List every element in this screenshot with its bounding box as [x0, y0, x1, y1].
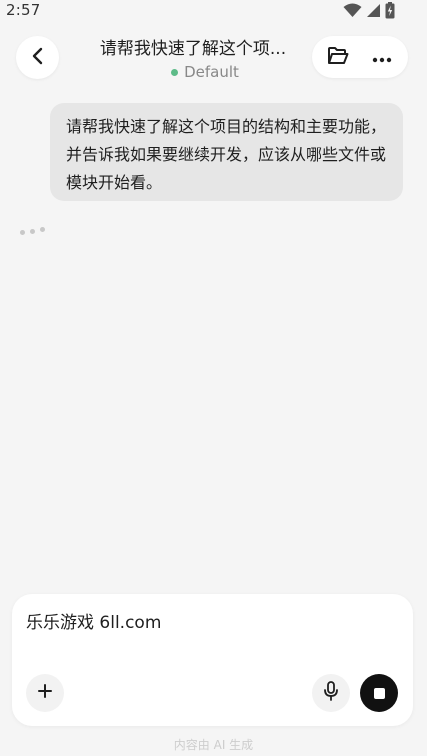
folder-button[interactable]: [326, 46, 350, 68]
back-button[interactable]: [16, 36, 59, 79]
voice-input-button[interactable]: [312, 674, 350, 712]
cellular-signal-icon: [366, 3, 381, 22]
status-time: 2:57: [6, 1, 41, 19]
status-dot: [171, 68, 179, 76]
add-attachment-button[interactable]: [26, 674, 64, 712]
user-message-text: 请帮我快速了解这个项目的结构和主要功能，并告诉我如果要继续开发，应该从哪些文件或…: [66, 117, 387, 192]
header-actions: [312, 36, 408, 78]
stop-generation-button[interactable]: [360, 674, 398, 712]
typing-dot: [30, 229, 35, 234]
microphone-icon: [323, 681, 339, 705]
status-bar: 2:57: [0, 0, 427, 24]
more-horizontal-icon: [372, 48, 392, 67]
conversation-title: 请帮我快速了解这个项...: [99, 39, 287, 59]
session-status: Default: [150, 62, 260, 82]
wifi-icon: [343, 3, 362, 22]
message-input[interactable]: 乐乐游戏 6ll.com: [26, 608, 396, 633]
status-icons: [343, 2, 395, 23]
chat-screen: 2:57 请帮我快速了解这个项... Default 请帮我快速了解这个项目的结…: [0, 0, 427, 756]
typing-dot: [40, 227, 45, 232]
battery-charging-icon: [385, 2, 395, 23]
message-composer: 乐乐游戏 6ll.com: [12, 594, 413, 726]
more-button[interactable]: [370, 46, 394, 68]
plus-icon: [37, 683, 53, 703]
session-label: Default: [184, 63, 239, 81]
typing-indicator: [20, 227, 50, 235]
stop-icon: [373, 687, 385, 699]
user-message-bubble: 请帮我快速了解这个项目的结构和主要功能，并告诉我如果要继续开发，应该从哪些文件或…: [50, 103, 403, 201]
ai-disclaimer: 内容由 AI 生成: [173, 738, 254, 752]
typing-dot: [20, 230, 25, 235]
folder-open-icon: [327, 46, 349, 69]
chevron-left-icon: [31, 47, 45, 69]
